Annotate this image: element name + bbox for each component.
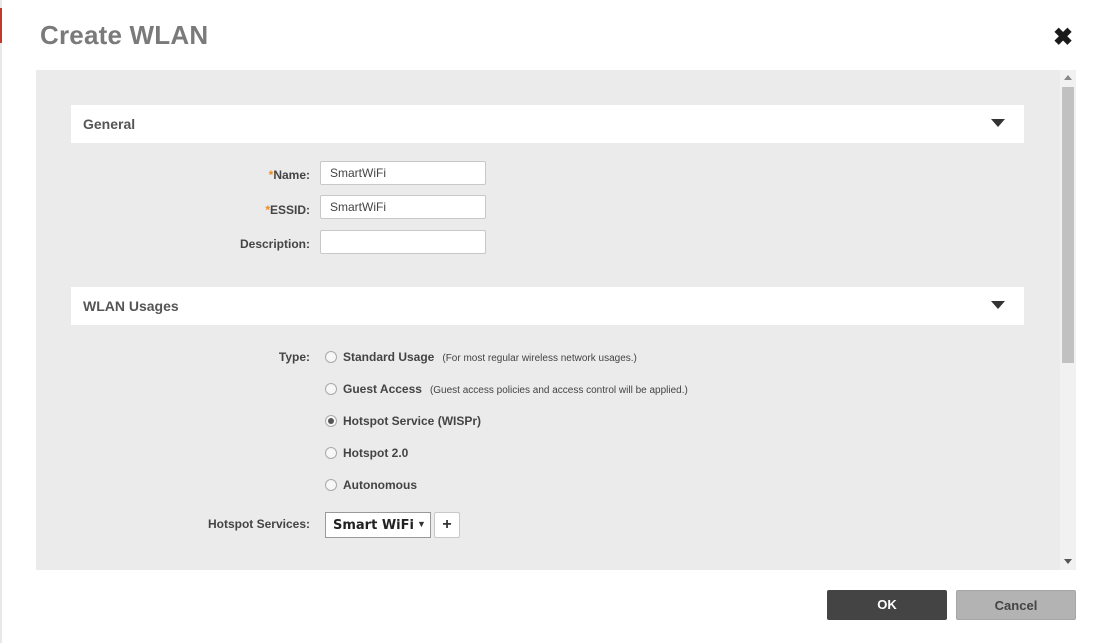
radio-label: Standard Usage (For most regular wireless… — [343, 350, 637, 364]
hotspot-services-select[interactable]: Smart WiFi ▼ — [325, 512, 431, 538]
ok-button[interactable]: OK — [827, 590, 947, 620]
section-general-header[interactable]: General — [71, 105, 1024, 143]
description-label: Description: — [239, 237, 310, 251]
radio-hotspot-2[interactable] — [325, 447, 337, 459]
radio-standard-usage[interactable] — [325, 351, 337, 363]
close-icon[interactable]: ✖ — [1052, 26, 1074, 50]
radio-label: Hotspot 2.0 — [343, 446, 409, 460]
essid-label: *ESSID: — [265, 203, 310, 217]
radio-label: Guest Access (Guest access policies and a… — [343, 382, 688, 396]
dialog-title: Create WLAN — [40, 20, 209, 50]
radio-guest-access[interactable] — [325, 383, 337, 395]
scroll-down-icon[interactable] — [1064, 559, 1072, 564]
section-general-label: General — [83, 116, 136, 132]
radio-label: Autonomous — [343, 478, 417, 492]
background-edge — [0, 0, 2, 643]
section-wlan-usages-label: WLAN Usages — [83, 298, 179, 314]
radio-autonomous[interactable] — [325, 479, 337, 491]
name-input[interactable] — [320, 161, 486, 185]
hotspot-services-value: Smart WiFi — [333, 518, 414, 533]
essid-input[interactable] — [320, 195, 486, 219]
cancel-button[interactable]: Cancel — [956, 590, 1076, 620]
caret-down-icon[interactable] — [991, 119, 1005, 127]
dropdown-arrow-icon: ▼ — [417, 519, 426, 529]
radio-hint: (Guest access policies and access contro… — [429, 385, 688, 396]
radio-hotspot-service[interactable] — [325, 415, 337, 427]
caret-down-icon[interactable] — [991, 301, 1005, 309]
scroll-up-icon[interactable] — [1064, 75, 1072, 80]
background-edge-mark — [0, 8, 2, 43]
type-label: Type: — [278, 350, 310, 364]
scrollbar[interactable] — [1060, 70, 1076, 570]
radio-hint: (For most regular wireless network usage… — [442, 353, 637, 364]
hotspot-services-label: Hotspot Services: — [207, 517, 310, 531]
scrollbar-thumb[interactable] — [1062, 87, 1074, 363]
radio-label: Hotspot Service (WISPr) — [343, 414, 482, 428]
dialog-content: General *Name: *ESSID: Description: WLAN… — [36, 70, 1076, 570]
name-label: *Name: — [268, 168, 310, 182]
section-wlan-usages-header[interactable]: WLAN Usages — [71, 287, 1024, 325]
description-input[interactable] — [320, 230, 486, 254]
add-hotspot-service-button[interactable]: + — [434, 512, 460, 538]
